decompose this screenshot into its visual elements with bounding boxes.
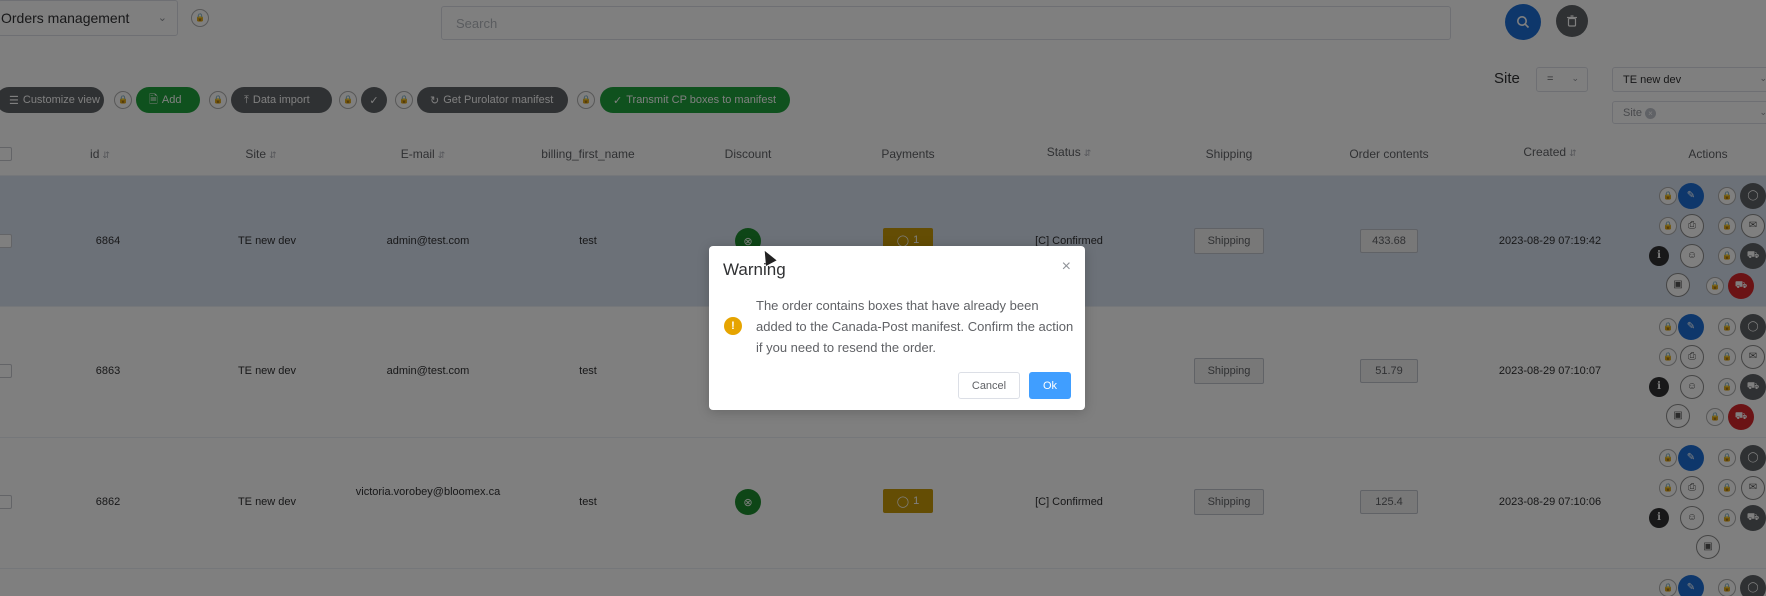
warning-icon: ! bbox=[724, 317, 742, 335]
dialog-title: Warning bbox=[723, 260, 786, 279]
cancel-button[interactable]: Cancel bbox=[958, 372, 1020, 399]
warning-dialog: Warning × ! The order contains boxes tha… bbox=[709, 246, 1085, 410]
close-icon[interactable]: × bbox=[1062, 258, 1071, 276]
orders-page: Orders management ⌄ 🔒 ☰ Customize view 🔒… bbox=[0, 0, 1766, 596]
dialog-message: The order contains boxes that have alrea… bbox=[756, 298, 1074, 355]
ok-button[interactable]: Ok bbox=[1029, 372, 1071, 399]
